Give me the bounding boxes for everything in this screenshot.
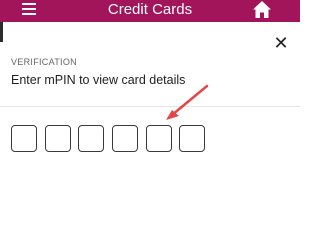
app-screen: Credit Cards ✕ VERIFICATION Enter mPIN t…: [0, 0, 300, 243]
annotation-arrow-icon: [166, 84, 209, 120]
mpin-digit-1[interactable]: [11, 125, 37, 152]
drawer-edge: [0, 22, 3, 42]
mpin-digit-3[interactable]: [78, 125, 104, 152]
mpin-digit-6[interactable]: [179, 125, 205, 152]
mpin-digit-2[interactable]: [45, 125, 71, 152]
home-icon[interactable]: [252, 0, 272, 19]
mpin-digit-4[interactable]: [112, 125, 138, 152]
app-header: Credit Cards: [0, 0, 300, 22]
divider: [0, 106, 300, 107]
close-icon[interactable]: ✕: [273, 34, 289, 52]
section-label: VERIFICATION: [11, 57, 77, 67]
mpin-digit-5[interactable]: [146, 125, 172, 152]
